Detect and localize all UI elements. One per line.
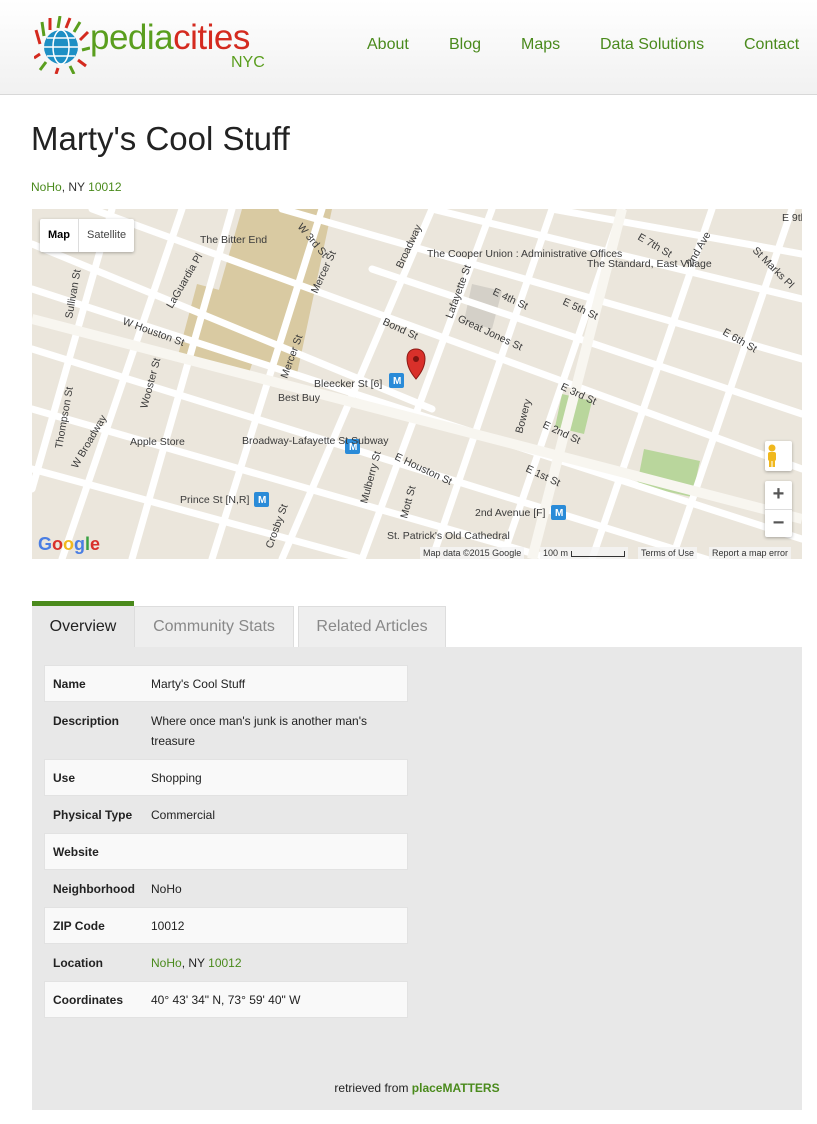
neighborhood-link[interactable]: NoHo (151, 879, 182, 899)
table-row: Description Where once man's junk is ano… (44, 702, 408, 759)
site-header: pediacities NYC About Blog Maps Data Sol… (0, 0, 817, 95)
nav-blog[interactable]: Blog (449, 36, 481, 54)
map-scale: 100 m (540, 547, 628, 559)
table-row: Location NoHo, NY 10012 (44, 944, 408, 981)
pegman-icon (768, 444, 776, 467)
tab-related-articles[interactable]: Related Articles (298, 606, 446, 647)
row-label: Description (53, 714, 120, 728)
page-title: Marty's Cool Stuff (31, 120, 290, 157)
nav-contact[interactable]: Contact (744, 36, 799, 54)
table-row: Neighborhood NoHo (44, 870, 408, 907)
row-value: Marty's Cool Stuff (151, 677, 246, 691)
zip-code-link[interactable]: 10012 (151, 916, 184, 936)
row-value: 40° 43' 34" N, 73° 59' 40" W (151, 993, 301, 1007)
map-label: Prince St [N,R] (180, 494, 250, 506)
retrieved-from: retrieved from placeMATTERS (32, 1081, 802, 1095)
row-label: Location (53, 956, 103, 970)
tab-community-stats[interactable]: Community Stats (134, 606, 294, 647)
zoom-in-button[interactable]: + (765, 481, 792, 510)
row-value: Where once man's junk is another man's t… (151, 714, 368, 748)
address-zip-link[interactable]: 10012 (88, 180, 121, 194)
map-type-satellite-button[interactable]: Satellite (79, 219, 134, 252)
row-label: Use (53, 771, 76, 785)
map-terms-link[interactable]: Terms of Use (638, 547, 698, 559)
row-label: Website (53, 845, 99, 859)
row-label: Coordinates (53, 993, 124, 1007)
map-label: The Bitter End (200, 234, 267, 246)
table-row: ZIP Code 10012 (44, 907, 408, 944)
address-state: , NY (61, 180, 89, 194)
map-type-control: Map Satellite (40, 219, 135, 252)
map-label: Best Buy (278, 392, 321, 404)
map-canvas: M M M M The Bitter End W 3rd St Broadway Th… (32, 209, 802, 559)
location-neighborhood-link[interactable]: NoHo (151, 956, 182, 970)
map-label: Broadway-Lafayette St Subway (242, 435, 389, 447)
map-label: 2nd Avenue [F] (475, 507, 546, 519)
map-label: E 9th (782, 212, 802, 224)
scale-bar (570, 550, 625, 557)
page-address: NoHo, NY 10012 (31, 180, 122, 194)
map-data-credit: Map data ©2015 Google (420, 547, 525, 559)
row-label: Physical Type (53, 808, 133, 822)
svg-text:M: M (393, 376, 401, 387)
row-value: Shopping (151, 771, 202, 785)
map-footer: Map data ©2015 Google 100 m Terms of Use… (32, 547, 802, 559)
street-view-pegman[interactable] (765, 441, 792, 471)
zoom-out-button[interactable]: − (765, 510, 792, 538)
row-value: NoHo, NY 10012 (151, 953, 242, 973)
main-nav: About Blog Maps Data Solutions Contact (0, 36, 817, 58)
svg-text:M: M (258, 495, 266, 506)
address-neighborhood-link[interactable]: NoHo (31, 180, 62, 194)
map-label: Bleecker St [6] (314, 378, 382, 390)
tab-overview[interactable]: Overview (32, 601, 134, 647)
zoom-control: + − (765, 481, 792, 537)
map-view[interactable]: M M M M The Bitter End W 3rd St Broadway Th… (32, 209, 802, 559)
location-zip-link[interactable]: 10012 (208, 956, 241, 970)
row-value: Commercial (151, 808, 216, 822)
nav-about[interactable]: About (367, 36, 409, 54)
table-row: Use Shopping (44, 759, 408, 796)
table-row: Name Marty's Cool Stuff (44, 665, 408, 702)
map-label: Apple Store (130, 436, 185, 448)
map-type-map-button[interactable]: Map (40, 219, 79, 252)
svg-text:M: M (555, 508, 563, 519)
table-row: Physical Type Commercial (44, 796, 408, 833)
location-state: , NY (181, 956, 209, 970)
row-label: ZIP Code (53, 919, 105, 933)
nav-data-solutions[interactable]: Data Solutions (600, 36, 704, 54)
map-report-link[interactable]: Report a map error (709, 547, 792, 559)
retrieved-prefix: retrieved from (334, 1081, 412, 1095)
nav-maps[interactable]: Maps (521, 36, 560, 54)
map-label: St. Patrick's Old Cathedral (387, 530, 510, 542)
table-row: Coordinates 40° 43' 34" N, 73° 59' 40" W (44, 981, 408, 1018)
row-label: Neighborhood (53, 882, 135, 896)
table-row: Website (44, 833, 408, 870)
row-label: Name (53, 677, 86, 691)
map-scale-label: 100 m (543, 548, 569, 558)
retrieved-source-link[interactable]: placeMATTERS (412, 1081, 500, 1095)
overview-panel: Name Marty's Cool Stuff Description Wher… (32, 647, 802, 1110)
